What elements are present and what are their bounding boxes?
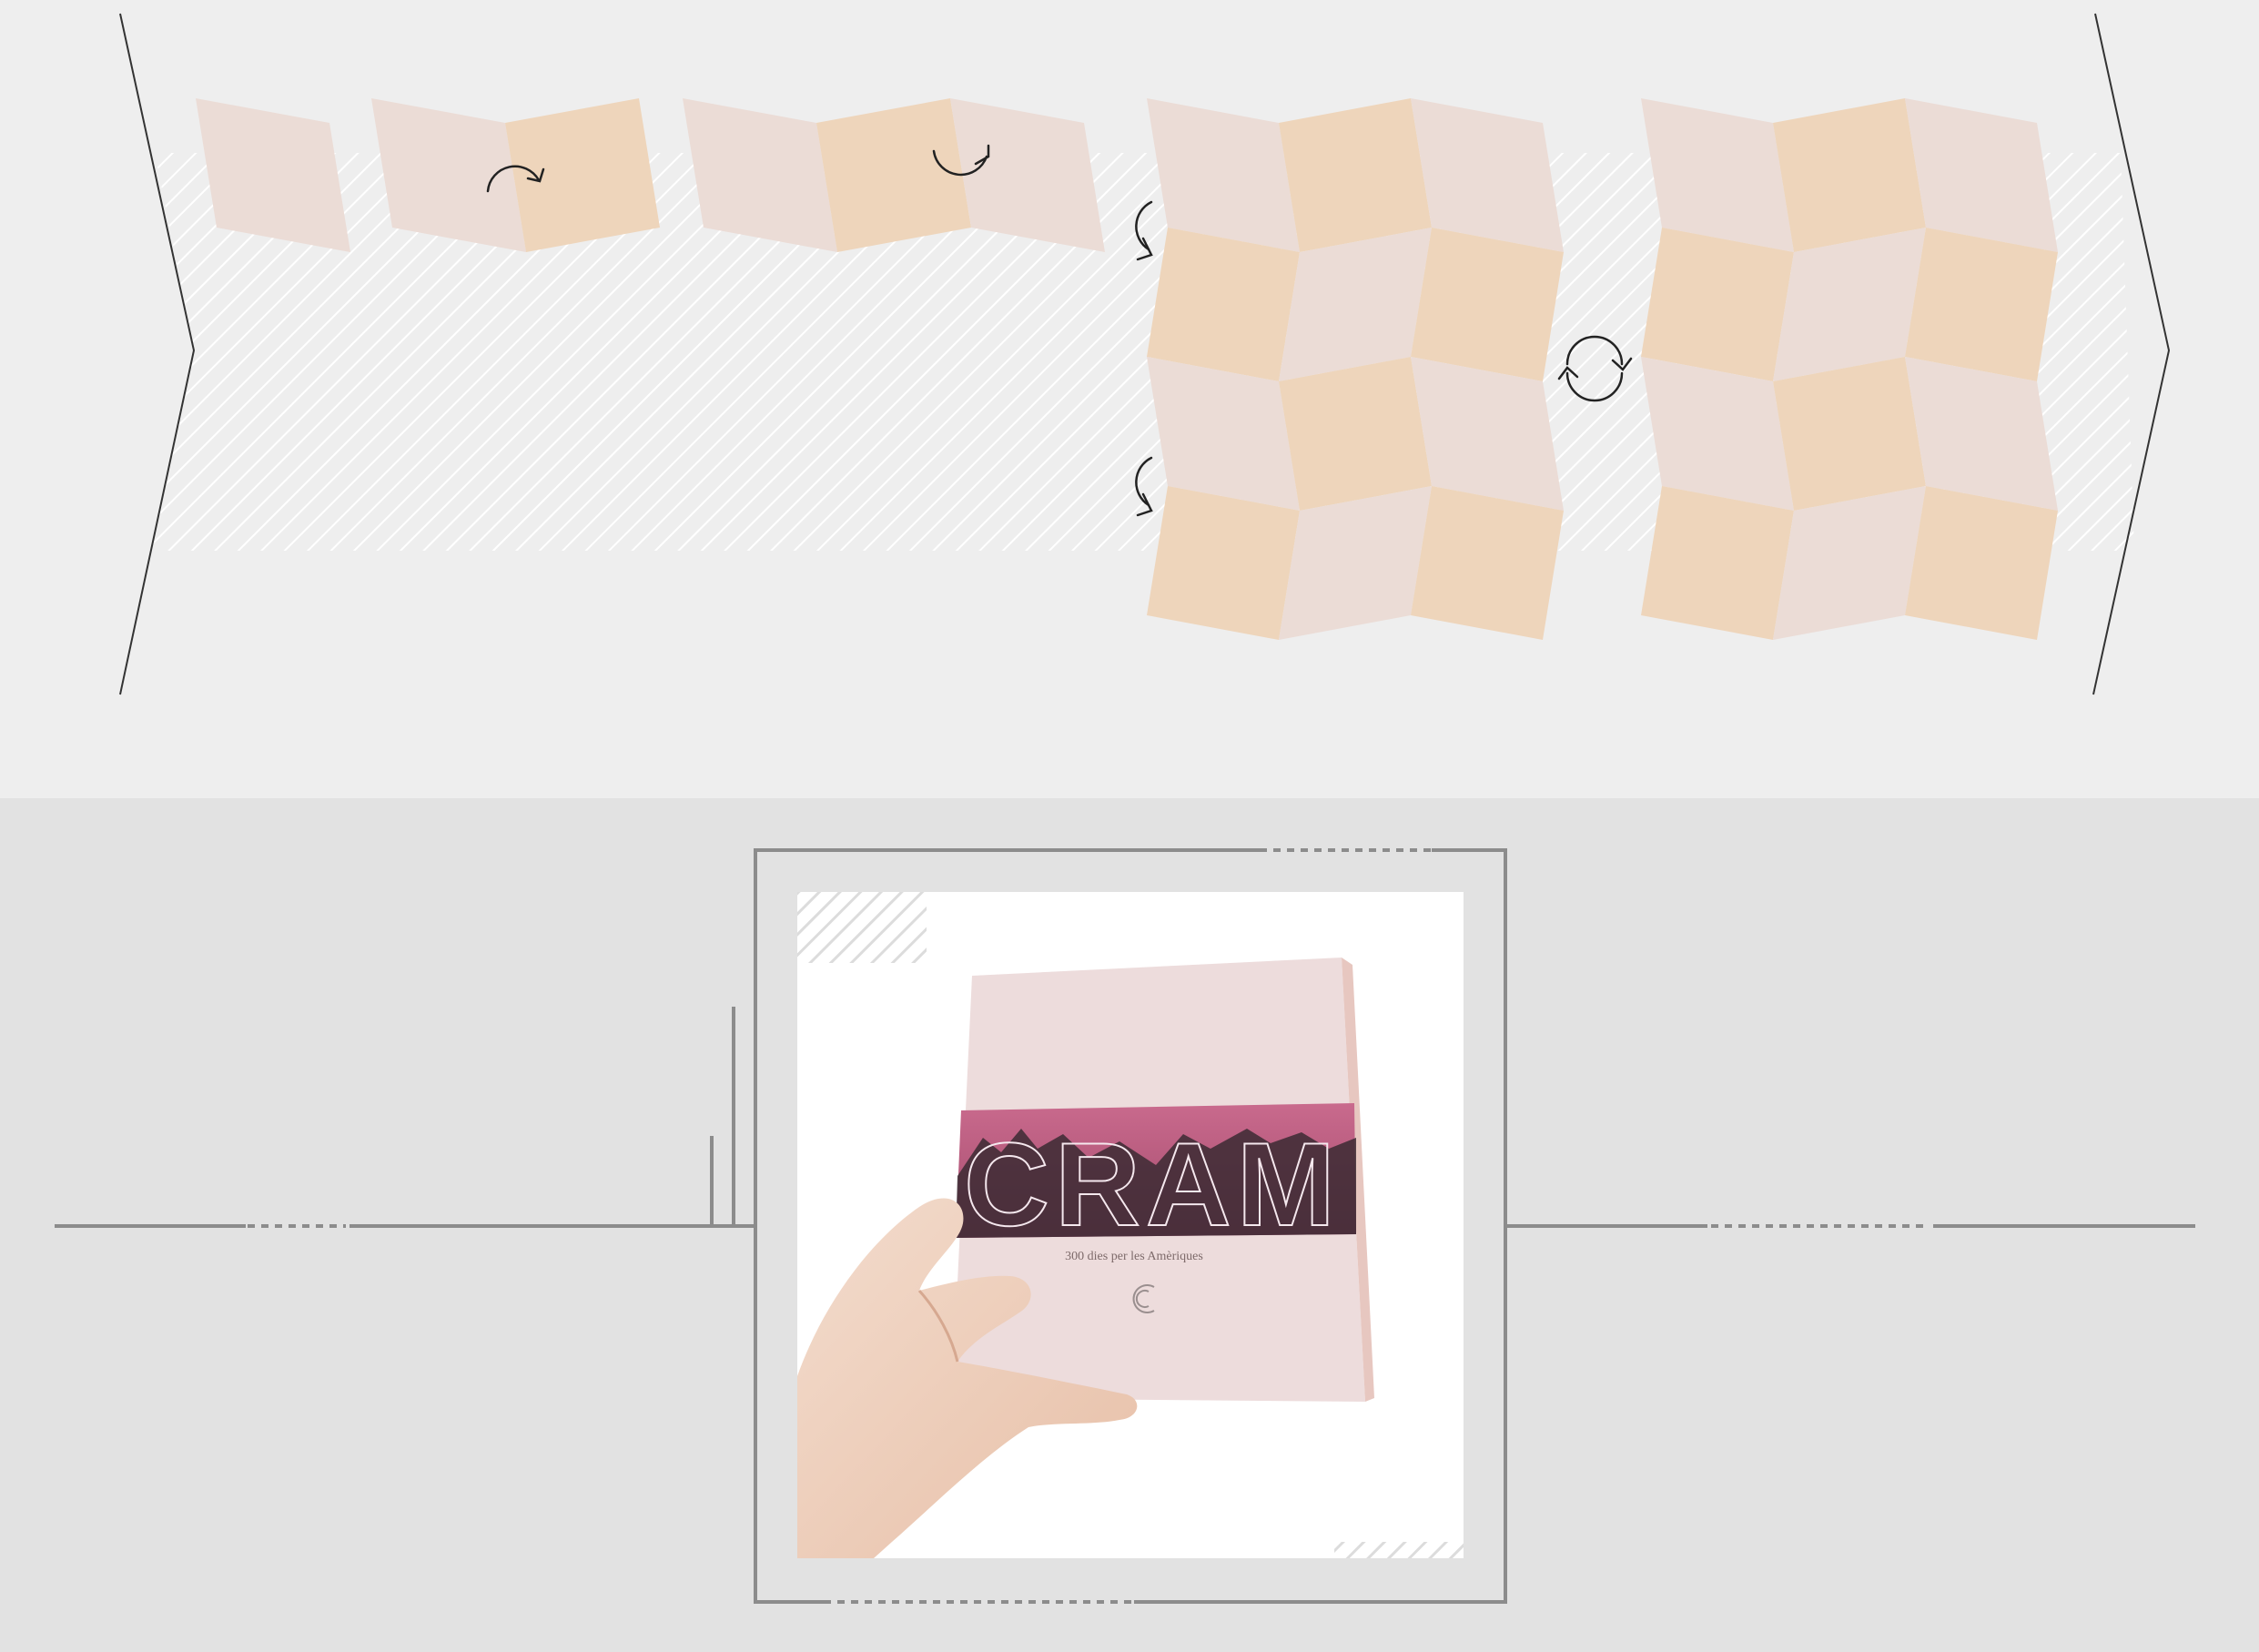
fold-panel: [1641, 486, 1794, 640]
book-subtitle: 300 dies per les Amèriques: [1065, 1250, 1203, 1263]
folding-diagram: CRAM 300 dies per les Amèriques: [0, 0, 2259, 1652]
fold-panel: [1147, 228, 1300, 381]
fold-panel: [1905, 228, 2058, 381]
book-photo: CRAM 300 dies per les Amèriques: [797, 892, 1464, 1558]
fold-panel: [1279, 98, 1432, 252]
fold-panel: [1411, 228, 1564, 381]
fold-step-4: [1147, 98, 1564, 640]
fold-panel: [1147, 486, 1300, 640]
fold-panel: [1905, 486, 2058, 640]
fold-step-2: [371, 98, 660, 252]
fold-step-3: [683, 98, 1105, 252]
fold-panel: [505, 98, 660, 252]
fold-panel: [816, 98, 971, 252]
fold-panel: [1411, 486, 1564, 640]
book-title: CRAM: [964, 1118, 1341, 1251]
fold-step-5: [1641, 98, 2058, 640]
hatch-corner: [1334, 1542, 1464, 1558]
fold-panel: [1773, 357, 1926, 511]
hatch-corner: [797, 892, 927, 963]
diagram-stage: CRAM 300 dies per les Amèriques: [0, 0, 2259, 1652]
fold-panel: [1773, 98, 1926, 252]
fold-panel: [1641, 228, 1794, 381]
fold-panel: [1279, 357, 1432, 511]
